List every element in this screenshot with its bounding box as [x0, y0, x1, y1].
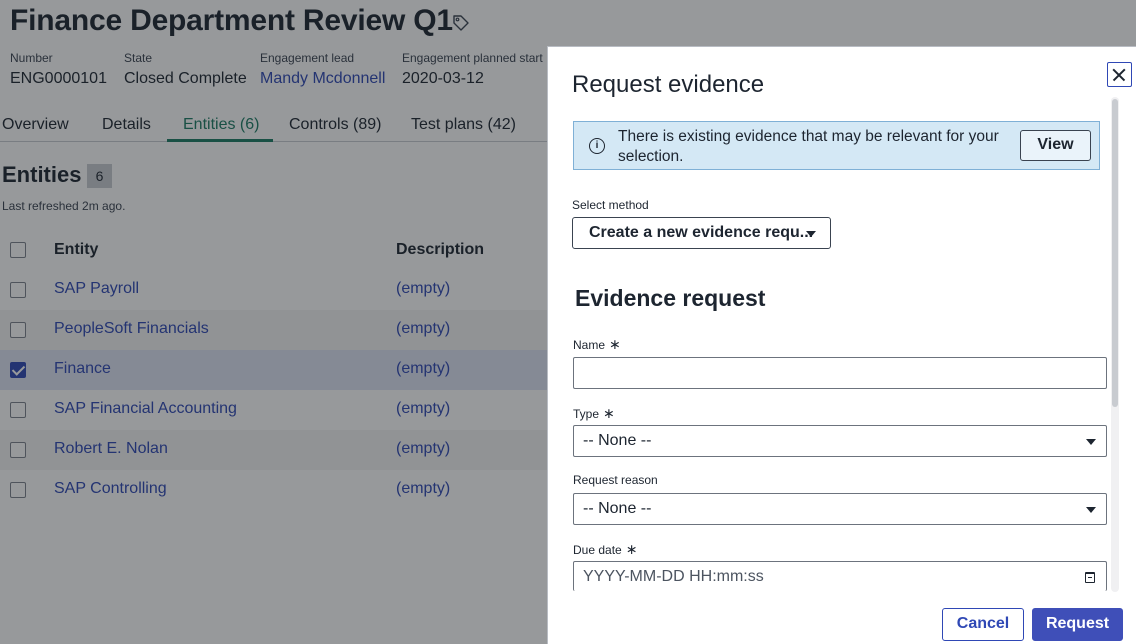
request-reason-select[interactable]: -- None -- [573, 493, 1107, 525]
info-banner: i There is existing evidence that may be… [573, 121, 1100, 170]
section-title: Evidence request [575, 285, 766, 311]
due-date-placeholder: YYYY-MM-DD HH:mm:ss [583, 568, 764, 585]
cancel-button[interactable]: Cancel [942, 608, 1024, 641]
name-label-text: Name [573, 338, 606, 352]
info-icon: i [589, 138, 605, 154]
required-indicator: ∗ [625, 541, 638, 557]
name-label: Name ∗ [573, 336, 621, 353]
select-method-value: Create a new evidence requ... [589, 224, 814, 241]
type-label-text: Type [573, 407, 600, 421]
close-icon[interactable] [1107, 62, 1132, 87]
required-indicator: ∗ [603, 405, 615, 421]
modal-title: Request evidence [572, 71, 765, 98]
due-date-label-text: Due date [573, 543, 622, 557]
calendar-icon[interactable] [1085, 572, 1095, 583]
request-button[interactable]: Request [1032, 608, 1123, 641]
type-select[interactable]: -- None -- [573, 425, 1107, 457]
type-label: Type ∗ [573, 405, 615, 422]
scrollbar-thumb[interactable] [1112, 99, 1118, 407]
chevron-down-icon [806, 231, 816, 237]
select-method-dropdown[interactable]: Create a new evidence requ... [572, 217, 831, 249]
chevron-down-icon [1086, 507, 1096, 513]
select-method-label: Select method [572, 198, 649, 212]
request-reason-value: -- None -- [583, 500, 652, 517]
view-button[interactable]: View [1020, 130, 1091, 161]
due-date-label: Due date ∗ [573, 541, 637, 558]
name-input[interactable] [573, 357, 1107, 389]
info-text: There is existing evidence that may be r… [618, 128, 999, 165]
request-evidence-modal: Request evidence i There is existing evi… [547, 46, 1136, 644]
chevron-down-icon [1086, 439, 1096, 445]
type-select-value: -- None -- [583, 432, 652, 449]
required-indicator: ∗ [609, 336, 621, 352]
due-date-input[interactable]: YYYY-MM-DD HH:mm:ss [573, 561, 1107, 591]
request-reason-label: Request reason [573, 473, 658, 487]
